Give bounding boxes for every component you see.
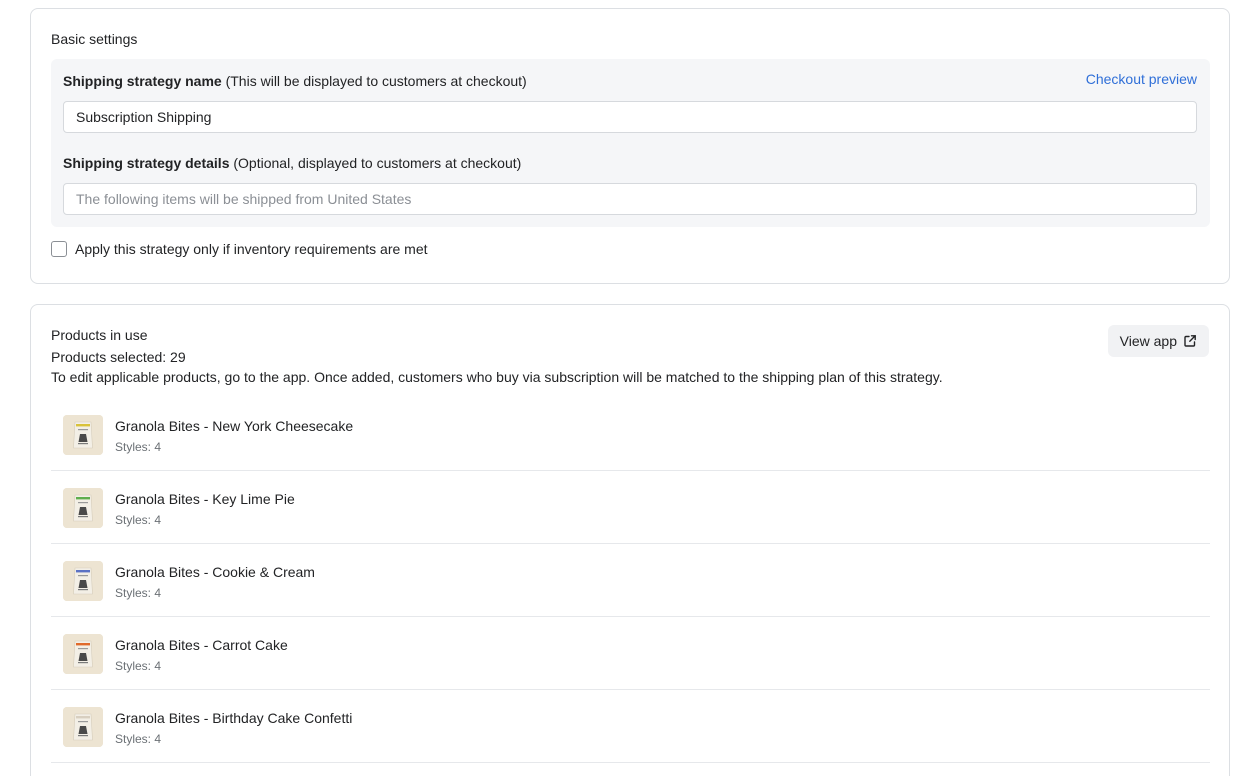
- strategy-name-label-bold: Shipping strategy name: [63, 73, 222, 89]
- checkout-preview-link[interactable]: Checkout preview: [1086, 71, 1197, 87]
- product-thumbnail: [63, 415, 103, 455]
- product-name: Granola Bites - Birthday Cake Confetti: [115, 710, 353, 726]
- view-app-label: View app: [1119, 333, 1177, 349]
- strategy-details-label-note: (Optional, displayed to customers at che…: [229, 155, 522, 171]
- product-styles-count: Styles: 4: [115, 513, 162, 527]
- basic-settings-title: Basic settings: [51, 31, 138, 47]
- product-thumbnail: [63, 488, 103, 528]
- strategy-fields-panel: Shipping strategy name (This will be dis…: [51, 59, 1210, 227]
- strategy-details-label-bold: Shipping strategy details: [63, 155, 230, 171]
- products-in-use-card: Products in use Products selected: 29 To…: [30, 304, 1230, 776]
- product-list-item[interactable]: Granola Bites - Carrot Cake Styles: 4: [51, 617, 1210, 690]
- products-selected-count: Products selected: 29: [51, 349, 186, 365]
- product-list-item[interactable]: Granola Bites - New York Cheesecake Style…: [51, 398, 1210, 471]
- inventory-requirements-checkbox[interactable]: [51, 241, 67, 257]
- strategy-name-label-note: (This will be displayed to customers at …: [221, 73, 527, 89]
- products-in-use-title: Products in use: [51, 327, 148, 343]
- product-name: Granola Bites - Key Lime Pie: [115, 491, 295, 507]
- product-list-item[interactable]: Granola Bites - Key Lime Pie Styles: 4: [51, 471, 1210, 544]
- product-list-item[interactable]: Granola Bites - Birthday Cake Confetti St…: [51, 690, 1210, 763]
- strategy-name-input[interactable]: [63, 101, 1197, 133]
- product-styles-count: Styles: 4: [115, 732, 162, 746]
- product-name: Granola Bites - Carrot Cake: [115, 637, 288, 653]
- inventory-requirements-option[interactable]: Apply this strategy only if inventory re…: [51, 241, 428, 257]
- basic-settings-card: Basic settings Shipping strategy name (T…: [30, 8, 1230, 284]
- view-app-button[interactable]: View app: [1107, 325, 1209, 357]
- product-thumbnail: [63, 707, 103, 747]
- strategy-details-label: Shipping strategy details (Optional, dis…: [63, 155, 521, 171]
- products-description: To edit applicable products, go to the a…: [51, 369, 943, 385]
- strategy-name-label: Shipping strategy name (This will be dis…: [63, 73, 527, 89]
- product-name: Granola Bites - New York Cheesecake: [115, 418, 354, 434]
- product-styles-count: Styles: 4: [115, 659, 162, 673]
- product-thumbnail: [63, 634, 103, 674]
- product-styles-count: Styles: 4: [115, 440, 162, 454]
- product-name: Granola Bites - Cookie & Cream: [115, 564, 315, 580]
- external-link-icon: [1183, 334, 1197, 348]
- product-list-item[interactable]: Granola Bites - Cookie & Cream Styles: 4: [51, 544, 1210, 617]
- strategy-details-input[interactable]: [63, 183, 1197, 215]
- product-styles-count: Styles: 4: [115, 586, 162, 600]
- product-list: Granola Bites - New York Cheesecake Style…: [51, 398, 1210, 763]
- inventory-requirements-label: Apply this strategy only if inventory re…: [75, 241, 428, 257]
- product-thumbnail: [63, 561, 103, 601]
